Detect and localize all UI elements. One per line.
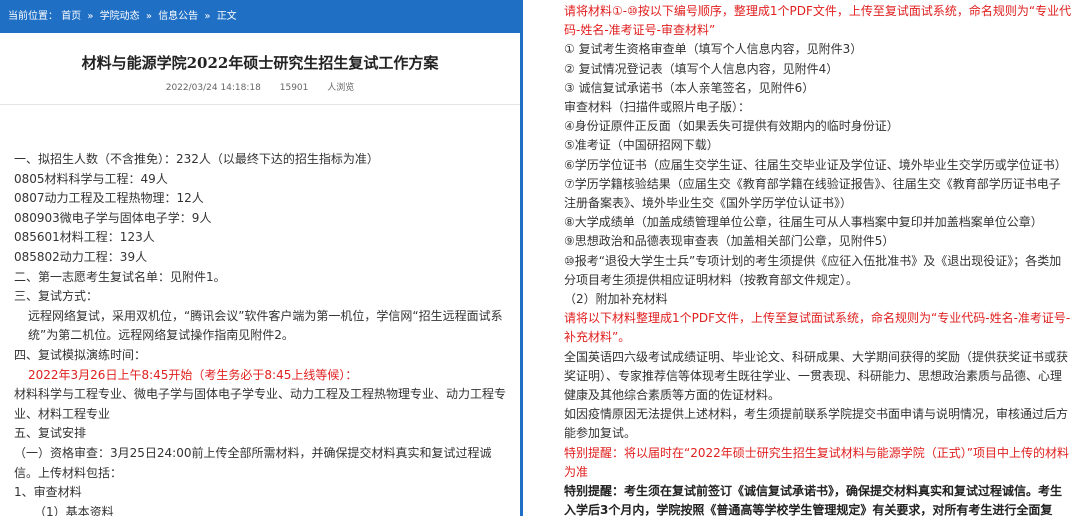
left-paragraph: 0807动力工程及工程热物理：12人 (14, 191, 204, 206)
breadcrumb-current: 正文 (216, 11, 237, 22)
left-paragraph: （一）资格审查：3月25日24:00前上传全部所需材料，并确保提交材料真实和复试… (14, 445, 492, 480)
right-paragraph: 如因疫情原因无法提供上述材料，考生须提前联系学院提交书面申请与说明情况，审核通过… (564, 407, 1069, 441)
right-paragraph: ① 复试考生资格审查单（填写个人信息内容，见附件3） (564, 42, 863, 57)
divider (0, 104, 520, 105)
breadcrumb-separator: » (87, 11, 94, 22)
left-paragraph: 0805材料科学与工程：49人 (14, 171, 168, 186)
panel-divider (520, 0, 523, 516)
left-article-panel: 当前位置： 首页 » 学院动态 » 信息公告 » 正文 材料与能源学院2022年… (0, 0, 520, 516)
breadcrumb-separator: » (204, 11, 211, 22)
left-paragraph: 一、拟招生人数（不含推免）：232人（以最终下达的招生指标为准） (14, 152, 379, 166)
right-paragraph: ⑩报考“退役大学生士兵”专项计划的考生须提供《应征入伍批准书》及《退出现役证》；… (564, 253, 1062, 287)
left-paragraph: 085601材料工程：123人 (14, 230, 155, 245)
right-paragraph: ⑥学历学位证书（应届生交学生证、往届生交毕业证及学位证、境外毕业生交学历或学位证… (564, 157, 1067, 172)
right-paragraph: ④身份证原件正反面（如果丢失可提供有效期内的临时身份证） (564, 119, 899, 134)
article-date: 2022/03/24 14:18:18 (165, 83, 261, 93)
breadcrumb-notice-link[interactable]: 信息公告 (158, 11, 198, 22)
right-paragraph: ⑦学历学籍核验结果（应届生交《教育部学籍在线验证报告》、往届生交《教育部学历证书… (564, 176, 1061, 211)
right-paragraph: 全国英语四六级考试成绩证明、毕业论文、科研成果、大学期间获得的奖励（提供获奖证书… (564, 349, 1069, 403)
breadcrumb-prefix: 当前位置： (8, 11, 58, 22)
left-paragraph: 二、第一志愿考生复试名单：见附件1。 (14, 269, 226, 284)
breadcrumb-separator: » (145, 11, 152, 22)
article-meta: 2022/03/24 14:18:18 15901 人浏览 (0, 80, 520, 93)
right-paragraph: （2）附加补充材料 (564, 292, 668, 307)
left-paragraph: 四、复试模拟演练时间： (14, 347, 147, 362)
left-paragraph: 三、复试方式： (14, 289, 99, 304)
right-paragraph: 特别提醒：将以届时在“2022年硕士研究生招生复试材料与能源学院（正式）”项目中… (564, 445, 1069, 479)
right-paragraph: ⑧大学成绩单（加盖成绩管理单位公章，往届生可从人事档案中复印并加盖档案单位公章） (564, 215, 1043, 230)
right-paragraph: 请将以下材料整理成1个PDF文件，上传至复试面试系统，命名规则为“专业代码-姓名… (564, 311, 1071, 345)
article-title: 材料与能源学院2022年硕士研究生招生复试工作方案 (81, 54, 439, 72)
right-paragraph: 特别提醒：考生须在复试前签订《诚信复试承诺书》，确保提交材料真实和复试过程诚信。… (564, 484, 1063, 516)
article-body-left: 一、拟招生人数（不含推免）：232人（以最终下达的招生指标为准） 0805材料科学… (14, 150, 508, 516)
left-paragraph: 五、复试安排 (14, 426, 87, 441)
right-article-panel: 请将材料①-⑩按以下编号顺序，整理成1个PDF文件，上传至复试面试系统，命名规则… (528, 0, 1080, 516)
breadcrumb-news-link[interactable]: 学院动态 (100, 11, 140, 22)
breadcrumb: 当前位置： 首页 » 学院动态 » 信息公告 » 正文 (0, 0, 520, 33)
right-paragraph: ③ 诚信复试承诺书（本人亲笔签名，见附件6） (564, 80, 815, 95)
left-paragraph: 材料科学与工程专业、微电子学与固体电子学专业、动力工程及工程热物理专业、动力工程… (14, 387, 507, 421)
left-paragraph: 085802动力工程：39人 (14, 249, 148, 264)
article-views: 15901 (279, 83, 309, 93)
breadcrumb-home-link[interactable]: 首页 (61, 11, 81, 22)
right-paragraph: ⑨思想政治和品德表现审查表（加盖相关部门公章，见附件5） (564, 234, 895, 249)
article-body-right: 请将材料①-⑩按以下编号顺序，整理成1个PDF文件，上传至复试面试系统，命名规则… (538, 2, 1072, 516)
right-paragraph: 请将材料①-⑩按以下编号顺序，整理成1个PDF文件，上传至复试面试系统，命名规则… (564, 4, 1072, 38)
right-paragraph: ⑤准考证（中国研招网下载） (564, 138, 719, 153)
left-paragraph: （1）基本资料 (34, 504, 114, 516)
right-paragraph: 审查材料（扫描件或照片电子版）： (564, 100, 751, 115)
left-paragraph: 080903微电子学与固体电子学：9人 (14, 210, 212, 225)
left-paragraph: 1、审查材料 (14, 485, 82, 500)
right-paragraph: ② 复试情况登记表（填写个人信息内容，见附件4） (564, 61, 839, 76)
article-views-label: 人浏览 (327, 83, 355, 93)
left-paragraph: 2022年3月26日上午8:45开始（考生务必于8:45上线等候）： (28, 367, 358, 382)
screenshot-composite: 当前位置： 首页 » 学院动态 » 信息公告 » 正文 材料与能源学院2022年… (0, 0, 1080, 516)
left-paragraph: 远程网络复试，采用双机位，“腾讯会议”软件客户端为第一机位，学信网“招生远程面试… (28, 308, 503, 343)
